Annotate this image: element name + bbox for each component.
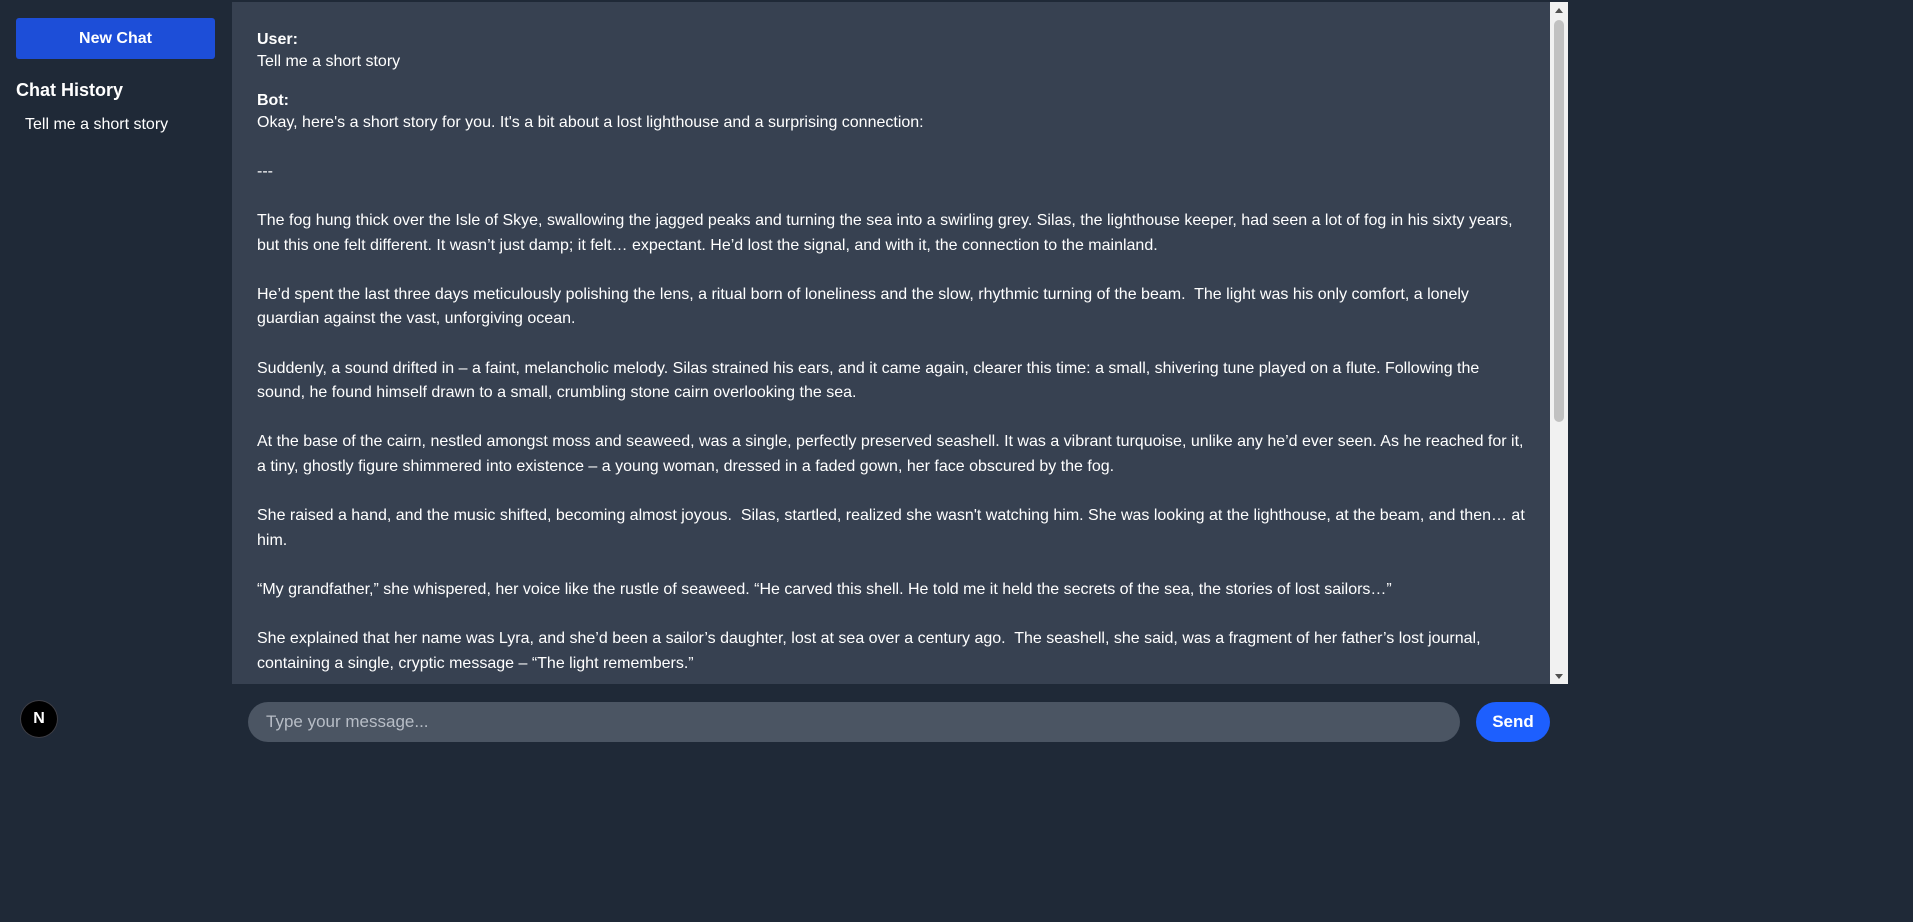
bot-role-label: Bot:: [257, 91, 289, 109]
chat-main: User: Tell me a short story Bot: Okay, h…: [232, 0, 1568, 756]
message-input[interactable]: [264, 711, 1444, 733]
chat-history-item[interactable]: Tell me a short story: [16, 115, 216, 135]
message-composer: [248, 702, 1460, 742]
scroll-up-arrow-icon[interactable]: [1550, 2, 1568, 18]
bot-message: Bot: Okay, here's a short story for you.…: [257, 91, 1526, 677]
chat-history-heading: Chat History: [16, 80, 124, 100]
bot-message-text: Okay, here's a short story for you. It's…: [257, 113, 1525, 672]
scrollbar-thumb[interactable]: [1554, 20, 1564, 422]
message-scrollbar[interactable]: [1550, 2, 1568, 684]
message-list[interactable]: User: Tell me a short story Bot: Okay, h…: [232, 2, 1550, 684]
new-chat-button[interactable]: New Chat: [16, 18, 215, 59]
nextjs-logo-icon[interactable]: N: [21, 701, 57, 737]
user-message: User: Tell me a short story: [257, 30, 1526, 75]
chat-app: New Chat Chat History Tell me a short st…: [0, 0, 1568, 756]
send-button[interactable]: Send: [1476, 702, 1550, 742]
chat-history-list: Tell me a short story: [16, 115, 216, 135]
scroll-down-arrow-icon[interactable]: [1550, 668, 1568, 684]
sidebar: New Chat Chat History Tell me a short st…: [0, 0, 232, 756]
logo-letter: N: [33, 710, 45, 727]
user-message-text: Tell me a short story: [257, 53, 401, 70]
user-role-label: User:: [257, 31, 298, 48]
